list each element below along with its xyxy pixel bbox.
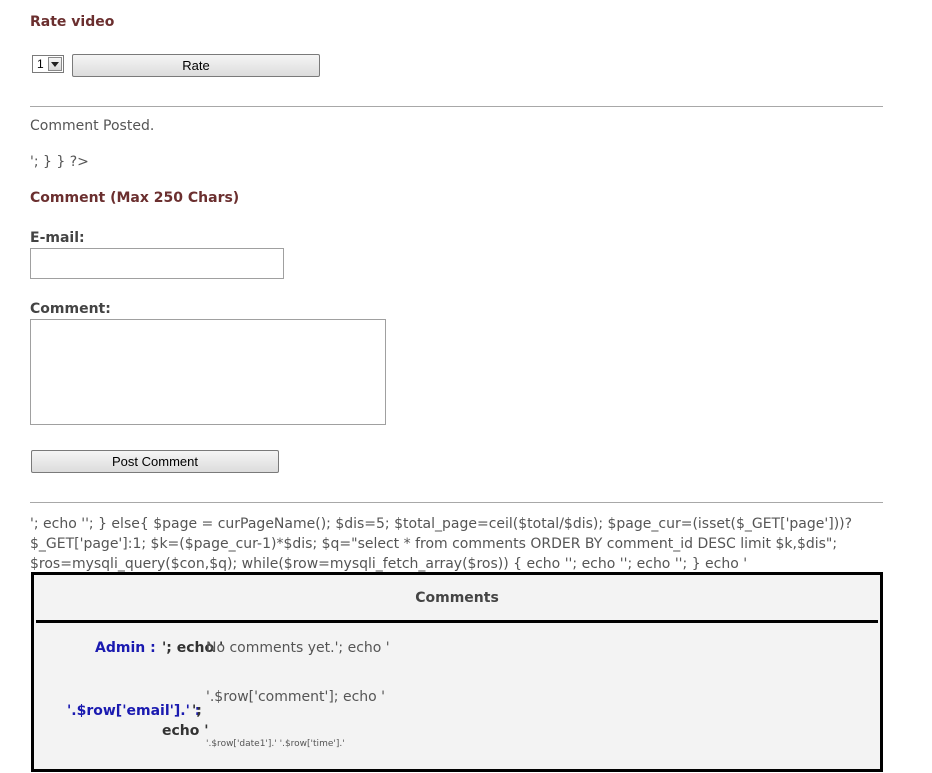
rate-video-heading: Rate video — [30, 14, 115, 30]
rating-select-value: 1 — [37, 57, 44, 71]
comment-date: '.$row['date1'].' '.$row['time'].' — [206, 739, 345, 749]
comment-text: No comments yet.'; echo ' — [206, 640, 390, 656]
echo-fragment: '; — [192, 703, 202, 719]
rate-button[interactable]: Rate — [72, 54, 320, 77]
comment-label: Comment: — [30, 301, 111, 317]
comment-form-heading: Comment (Max 250 Chars) — [30, 190, 240, 206]
divider-top — [30, 106, 883, 107]
php-code-line: $_GET['page']:1; $k=($page_cur-1)*$dis; … — [30, 536, 838, 552]
email-field[interactable] — [30, 248, 284, 279]
email-label: E-mail: — [30, 230, 85, 246]
chevron-down-icon[interactable] — [48, 57, 62, 71]
comment-text: '.$row['comment']; echo ' — [206, 689, 386, 705]
post-comment-button[interactable]: Post Comment — [31, 450, 279, 473]
comment-author: '.$row['email'].' : — [67, 703, 201, 719]
rating-select[interactable]: 1 — [32, 55, 64, 73]
php-fragment-text: '; } } ?> — [30, 154, 89, 170]
echo-fragment: echo ' — [162, 723, 209, 739]
table-row: '.$row['comment']; echo ' '.$row['email'… — [34, 683, 880, 773]
comments-table: Comments Admin : '; echo ' No comments y… — [31, 572, 883, 772]
comment-textarea[interactable] — [30, 319, 386, 425]
php-code-line: '; echo ''; } else{ $page = curPageName(… — [30, 516, 853, 532]
comments-table-header: Comments — [415, 590, 499, 606]
php-code-block: '; echo ''; } else{ $page = curPageName(… — [30, 514, 910, 574]
comment-author: Admin : — [95, 640, 156, 656]
divider-bottom — [30, 502, 883, 503]
php-code-line: $ros=mysqli_query($con,$q); while($row=m… — [30, 556, 748, 572]
table-row: Admin : '; echo ' No comments yet.'; ech… — [34, 623, 880, 673]
comment-posted-message: Comment Posted. — [30, 118, 155, 134]
